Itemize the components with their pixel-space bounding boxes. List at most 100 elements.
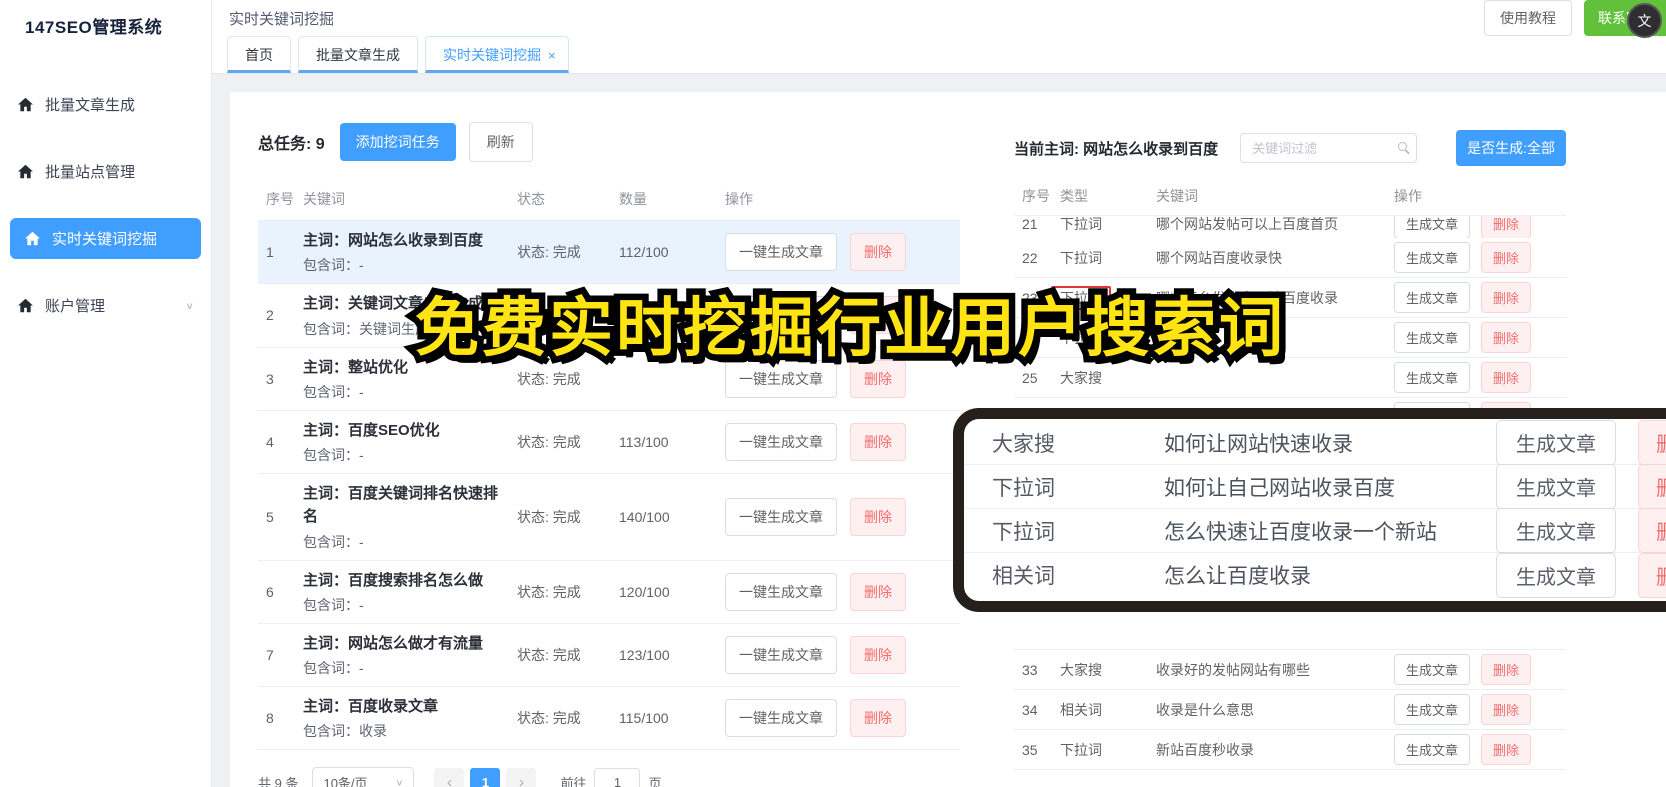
sidebar-item-realtime-keyword[interactable]: 实时关键词挖掘	[10, 218, 201, 259]
delete-button[interactable]: 删除	[1481, 282, 1532, 313]
table-row[interactable]: 34 相关词 收录是什么意思 生成文章 删除	[1014, 690, 1566, 730]
magnified-rows-callout: 大家搜 如何让网站快速收录 生成文章 删除 下拉词 如何让自己网站收录百度 生成…	[953, 408, 1666, 612]
task-keyword: 主词：网站怎么收录到百度	[303, 232, 484, 249]
generate-article-button[interactable]: 一键生成文章	[725, 699, 837, 738]
total-count-label: 共 9 条	[258, 775, 299, 787]
task-keyword: 主词：关键词文章自动生成	[303, 295, 484, 313]
sidebar-item-batch-article[interactable]: 批量文章生成	[0, 84, 211, 125]
table-row[interactable]: 1 主词：网站怎么收录到百度 包含词：- 状态: 完成 112/100 一键生成文…	[258, 221, 960, 285]
delete-button[interactable]: 删除	[1638, 552, 1666, 598]
next-page-button[interactable]: ›	[506, 768, 537, 787]
generate-article-button[interactable]: 一键生成文章	[725, 635, 837, 674]
sidebar-item-batch-site[interactable]: 批量站点管理	[0, 151, 211, 192]
delete-button[interactable]: 删除	[1481, 654, 1532, 685]
delete-button[interactable]: 删除	[850, 497, 906, 536]
delete-button[interactable]: 删除	[1638, 464, 1666, 509]
delete-button[interactable]: 删除	[1481, 362, 1532, 393]
table-row[interactable]: 21 下拉词 哪个网站发帖可以上百度首页 生成文章 删除	[1014, 216, 1566, 238]
generate-article-button[interactable]: 生成文章	[1496, 464, 1616, 509]
generate-article-button[interactable]: 生成文章	[1496, 420, 1616, 465]
sidebar-item-account[interactable]: 账户管理 ∨	[0, 285, 211, 326]
magnified-row[interactable]: 相关词 怎么让百度收录 生成文章 删除	[964, 552, 1666, 598]
app-logo: 147SEO管理系统	[25, 18, 163, 37]
generate-all-button[interactable]: 是否生成:全部	[1456, 130, 1566, 166]
generate-article-button[interactable]: 生成文章	[1394, 322, 1471, 353]
generate-article-button[interactable]: 生成文章	[1394, 362, 1471, 393]
magnified-row[interactable]: 下拉词 如何让自己网站收录百度 生成文章 删除	[964, 464, 1666, 509]
generate-article-button[interactable]: 生成文章	[1394, 242, 1471, 273]
add-task-button[interactable]: 添加挖词任务	[339, 123, 456, 161]
generate-article-button[interactable]: 生成文章	[1496, 508, 1616, 553]
generate-article-button[interactable]: 生成文章	[1496, 552, 1616, 598]
table-row[interactable]: 5 主词：百度关键词排名快速排名 包含词：- 状态: 完成 140/100 一键生…	[258, 474, 960, 561]
magnified-row[interactable]: 下拉词 怎么快速让百度收录一个新站 生成文章 删除	[964, 508, 1666, 553]
tab-bar: 首页 批量文章生成 实时关键词挖掘 ×	[212, 36, 1666, 74]
table-row[interactable]: 7 主词：网站怎么做才有流量 包含词：- 状态: 完成 123/100 一键生成文…	[258, 624, 960, 687]
chevron-down-icon: ∨	[395, 777, 404, 787]
task-keyword: 主词：整站优化	[303, 358, 409, 376]
total-tasks-label: 总任务: 9	[258, 136, 325, 153]
table-row[interactable]: 22 下拉词 哪个网站百度收录快 生成文章 删除	[1014, 238, 1566, 278]
home-icon	[17, 96, 34, 113]
delete-button[interactable]: 删除	[850, 422, 906, 461]
delete-button[interactable]: 删除	[1481, 734, 1532, 765]
table-row[interactable]: 4 主词：百度SEO优化 包含词：- 状态: 完成 113/100 一键生成文章删…	[258, 411, 960, 474]
task-keyword: 主词：百度搜索排名怎么做	[303, 571, 484, 589]
sidebar: 147SEO管理系统 批量文章生成 批量站点管理 实时关键词挖掘 账户管理 ∨	[0, 0, 212, 787]
delete-button[interactable]: 删除	[1481, 694, 1532, 725]
delete-button[interactable]: 删除	[850, 359, 906, 398]
keyword-table-header: 序号 类型 关键词 操作	[1014, 182, 1566, 216]
table-row[interactable]: 3 主词：整站优化 包含词：- 状态: 完成 一键生成文章 删除	[258, 348, 960, 411]
keyword-panel-header: 当前主词: 网站怎么收录到百度 是否生成:全部	[1014, 130, 1566, 166]
page-number-1[interactable]: 1	[470, 768, 501, 787]
delete-button[interactable]: 删除	[1481, 322, 1532, 353]
delete-button[interactable]: 删除	[850, 296, 906, 335]
sidebar-item-label: 批量站点管理	[45, 164, 136, 181]
delete-button[interactable]: 删除	[1481, 242, 1532, 273]
page-title: 实时关键词挖掘	[229, 10, 335, 28]
search-icon	[1398, 142, 1408, 151]
generate-article-button[interactable]: 一键生成文章	[725, 422, 837, 461]
table-row[interactable]: 6 主词：百度搜索排名怎么做 包含词：- 状态: 完成 120/100 一键生成文…	[258, 561, 960, 624]
table-row[interactable]: 33 大家搜 收录好的发帖网站有哪些 生成文章 删除	[1014, 650, 1566, 690]
generate-article-button[interactable]: 一键生成文章	[725, 233, 837, 272]
magnified-row[interactable]: 大家搜 如何让网站快速收录 生成文章 删除	[964, 420, 1666, 465]
tab-home[interactable]: 首页	[227, 36, 291, 73]
generate-article-button[interactable]: 一键生成文章	[725, 497, 837, 536]
generate-article-button[interactable]: 一键生成文章	[725, 359, 837, 398]
generate-article-button[interactable]: 生成文章	[1394, 282, 1471, 313]
table-row[interactable]: 2 主词：关键词文章自动生成 包含词：关键词生成 状态: 完成 100/100 一…	[258, 284, 960, 348]
page-size-select[interactable]: 10条/页 ∨	[312, 767, 415, 787]
tab-batch-article[interactable]: 批量文章生成	[298, 36, 418, 73]
generate-article-button[interactable]: 一键生成文章	[725, 572, 837, 611]
refresh-button[interactable]: 刷新	[468, 122, 533, 162]
table-row[interactable]: 23 下拉词 哪些平台发文容易被百度收录 生成文章 删除	[1014, 278, 1566, 318]
prev-page-button[interactable]: ‹	[434, 768, 465, 787]
delete-button[interactable]: 删除	[850, 699, 906, 738]
table-row[interactable]: 25 大家搜 生成文章 删除	[1014, 358, 1566, 398]
table-row[interactable]: 35 下拉词 新站百度秒收录 生成文章 删除	[1014, 730, 1566, 770]
generate-article-button[interactable]: 生成文章	[1394, 216, 1471, 238]
delete-button[interactable]: 删除	[1638, 508, 1666, 553]
tutorial-button[interactable]: 使用教程	[1484, 0, 1572, 36]
delete-button[interactable]: 删除	[1638, 420, 1666, 465]
keyword-filter-input[interactable]	[1240, 133, 1418, 163]
delete-button[interactable]: 删除	[850, 572, 906, 611]
home-icon	[17, 297, 34, 314]
tab-realtime-keyword[interactable]: 实时关键词挖掘 ×	[425, 36, 569, 73]
content-area: 总任务: 9 添加挖词任务 刷新 序号 关键词 状态 数量 操作 1 主词：网站…	[212, 74, 1666, 787]
generate-article-button[interactable]: 生成文章	[1394, 734, 1471, 765]
delete-button[interactable]: 删除	[850, 233, 906, 272]
table-row[interactable]: 8 主词：百度收录文章 包含词：收录 状态: 完成 115/100 一键生成文章删…	[258, 687, 960, 751]
goto-page-input[interactable]	[594, 767, 641, 787]
delete-button[interactable]: 删除	[850, 635, 906, 674]
translate-icon[interactable]: 文	[1627, 3, 1662, 38]
generate-article-button[interactable]: 生成文章	[1394, 654, 1471, 685]
task-keyword: 主词：百度SEO优化	[303, 421, 440, 439]
generate-article-button[interactable]: 生成文章	[1394, 694, 1471, 725]
app-window: 147SEO管理系统 批量文章生成 批量站点管理 实时关键词挖掘 账户管理 ∨	[0, 0, 1666, 787]
close-icon[interactable]: ×	[548, 48, 556, 63]
delete-button[interactable]: 删除	[1481, 216, 1532, 238]
generate-article-button[interactable]: 一键生成文章	[725, 296, 837, 335]
table-row[interactable]: 24 下拉词 生成文章 删除	[1014, 318, 1566, 358]
